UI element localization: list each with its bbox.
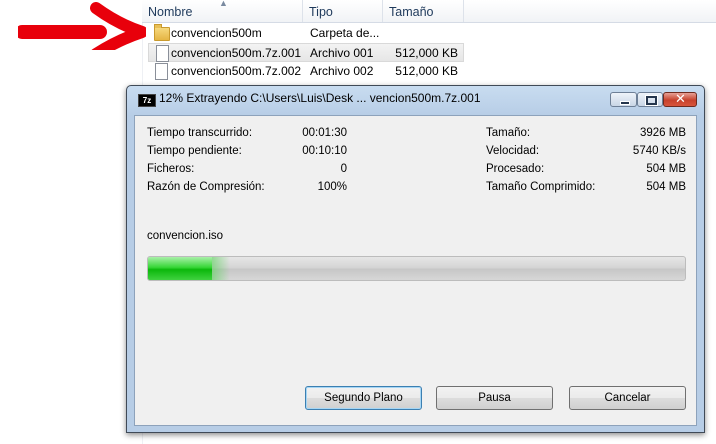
7zip-app-icon: 7z [138, 94, 156, 107]
compressed-size-value: 504 MB [646, 181, 686, 193]
file-size: 512,000 KB [395, 46, 458, 60]
maximize-icon [645, 95, 658, 106]
current-file-name: convencion.iso [147, 230, 224, 242]
remaining-time-value: 00:10:10 [302, 145, 347, 157]
column-header-name-label: Nombre [148, 5, 193, 19]
total-size-label: Tamaño: [486, 127, 531, 139]
column-header-type-label: Tipo [309, 5, 333, 19]
file-type: Carpeta de... [310, 26, 380, 40]
pause-button[interactable]: Pausa [436, 386, 553, 410]
sort-ascending-icon: ▲ [219, 0, 228, 8]
column-header-row: Nombre ▲ Tipo Tamaño [142, 0, 716, 23]
file-size: 512,000 KB [395, 64, 458, 78]
list-item[interactable]: convencion500m Carpeta de... [148, 24, 464, 43]
column-header-type[interactable]: Tipo [303, 0, 383, 22]
window-title: 12% Extrayendo C:\Users\Luis\Desk ... ve… [159, 91, 481, 105]
column-header-size[interactable]: Tamaño [383, 0, 464, 22]
speed-value: 5740 KB/s [632, 145, 686, 157]
red-arrow-annotation [18, 2, 146, 50]
speed-label: Velocidad: [486, 145, 540, 157]
column-header-size-label: Tamaño [389, 5, 434, 19]
file-type: Archivo 001 [310, 46, 374, 60]
minimize-icon [620, 101, 630, 105]
file-name: convencion500m.7z.002 [171, 64, 302, 78]
list-item[interactable]: convencion500m.7z.002 Archivo 002 512,00… [148, 62, 464, 81]
compression-ratio-value: 100% [317, 181, 347, 193]
compressed-size-label: Tamaño Comprimido: [486, 181, 596, 193]
minimize-button[interactable] [610, 92, 637, 107]
close-icon: ✕ [675, 91, 686, 106]
dialog-body: Tiempo transcurrido: 00:01:30 Tiempo pen… [134, 115, 697, 426]
file-name: convencion500m [171, 26, 262, 40]
background-button[interactable]: Segundo Plano [305, 386, 422, 410]
remaining-time-label: Tiempo pendiente: [147, 145, 242, 157]
cancel-button[interactable]: Cancelar [569, 386, 686, 410]
total-size-value: 3926 MB [639, 127, 686, 139]
navigation-pane [0, 0, 142, 444]
file-name: convencion500m.7z.001 [171, 46, 302, 60]
progress-fill [148, 257, 232, 280]
close-button[interactable]: ✕ [663, 91, 697, 107]
title-bar[interactable]: 7z 12% Extrayendo C:\Users\Luis\Desk ...… [127, 86, 704, 112]
file-icon [156, 45, 169, 62]
maximize-button[interactable] [637, 92, 663, 107]
file-icon [155, 63, 168, 80]
list-item[interactable]: convencion500m.7z.001 Archivo 001 512,00… [148, 43, 464, 62]
files-value: 0 [340, 163, 347, 175]
files-label: Ficheros: [147, 163, 195, 175]
extraction-progress-bar [147, 256, 686, 281]
elapsed-time-label: Tiempo transcurrido: [147, 127, 253, 139]
folder-icon [154, 24, 170, 41]
elapsed-time-value: 00:01:30 [302, 127, 347, 139]
processed-value: 504 MB [646, 163, 686, 175]
extraction-progress-dialog: 7z 12% Extrayendo C:\Users\Luis\Desk ...… [126, 85, 705, 433]
file-type: Archivo 002 [310, 64, 374, 78]
compression-ratio-label: Razón de Compresión: [147, 181, 265, 193]
processed-label: Procesado: [486, 163, 545, 175]
